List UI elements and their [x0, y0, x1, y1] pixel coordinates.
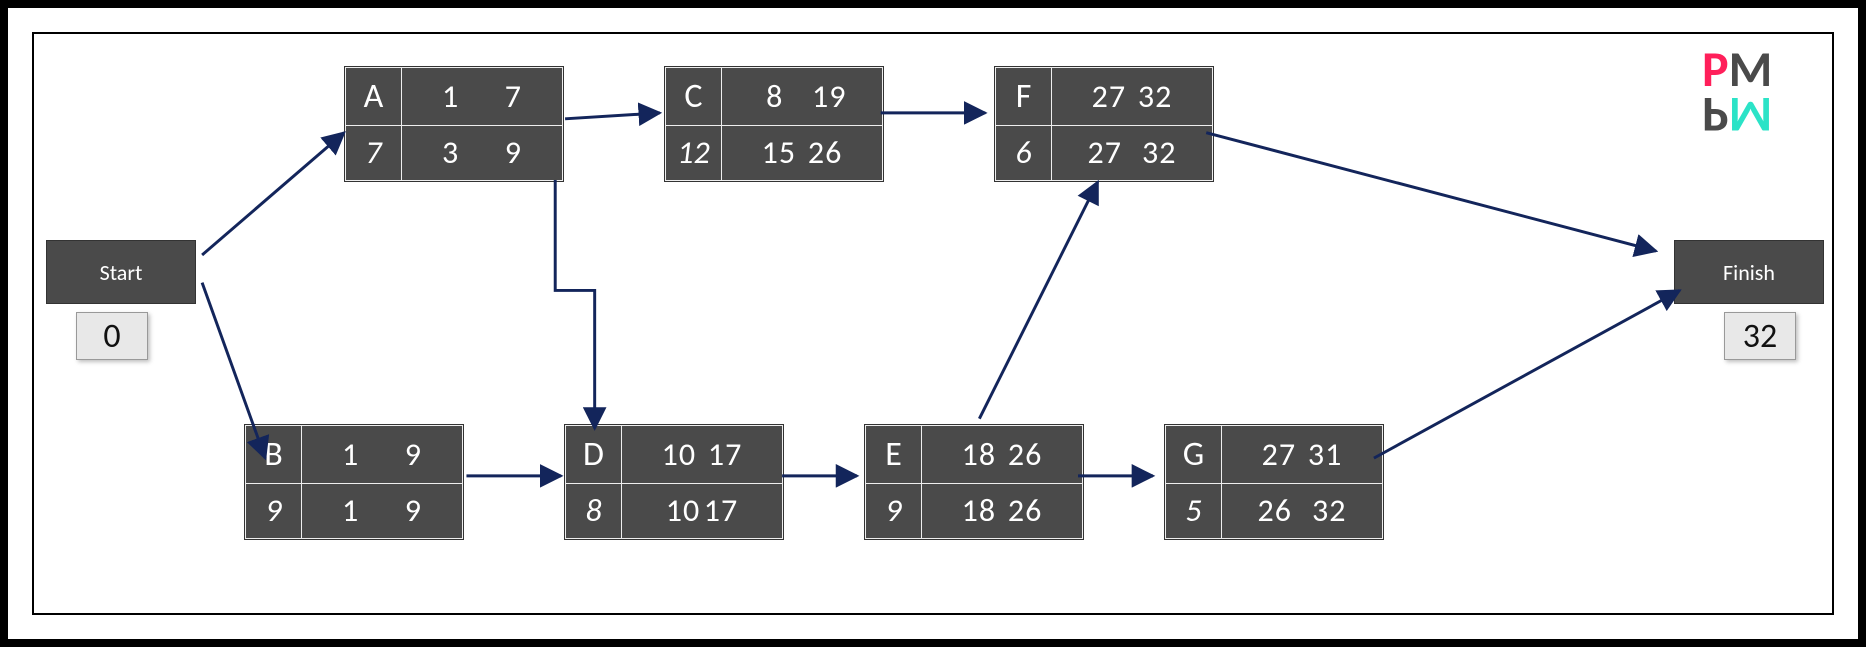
- node-A-duration: 7: [346, 125, 402, 180]
- node-D-ls-lf: 1017: [622, 483, 783, 538]
- edge-A-D: [555, 180, 594, 429]
- edge-E-F: [979, 182, 1097, 419]
- pm-logo: PM PM: [1702, 48, 1812, 136]
- activity-node-D: D 10 17 8 1017: [564, 424, 784, 540]
- node-D-es-ef: 10 17: [622, 426, 783, 484]
- node-F-ls-lf: 27 32: [1052, 125, 1213, 180]
- node-E-ls-lf: 18 26: [922, 483, 1083, 538]
- activity-node-E: E 18 26 9 18 26: [864, 424, 1084, 540]
- node-F-id: F: [996, 68, 1052, 126]
- node-E-duration: 9: [866, 483, 922, 538]
- node-F-duration: 6: [996, 125, 1052, 180]
- diagram-inner-frame: PM PM Start 0 Finish 32 A 1 7 7: [32, 32, 1834, 615]
- node-B-duration: 9: [246, 483, 302, 538]
- node-G-duration: 5: [1166, 483, 1222, 538]
- start-label: Start: [100, 259, 143, 286]
- node-B-ls-lf: 1 9: [302, 483, 463, 538]
- activity-node-B: B 1 9 9 1 9: [244, 424, 464, 540]
- node-C-es-ef: 8 19: [722, 68, 883, 126]
- diagram-outer-frame: PM PM Start 0 Finish 32 A 1 7 7: [0, 0, 1866, 647]
- edge-A-C: [565, 113, 660, 119]
- activity-node-A: A 1 7 7 3 9: [344, 66, 564, 182]
- finish-value: 32: [1724, 312, 1796, 360]
- logo-bottom: PM: [1702, 92, 1772, 136]
- finish-terminal: Finish: [1674, 240, 1824, 304]
- finish-label: Finish: [1723, 259, 1775, 286]
- node-G-es-ef: 27 31: [1222, 426, 1383, 484]
- node-D-duration: 8: [566, 483, 622, 538]
- activity-node-F: F 27 32 6 27 32: [994, 66, 1214, 182]
- node-B-es-ef: 1 9: [302, 426, 463, 484]
- edge-G-finish: [1374, 290, 1680, 458]
- node-A-id: A: [346, 68, 402, 126]
- edge-start-A: [202, 133, 344, 255]
- start-terminal: Start: [46, 240, 196, 304]
- node-C-ls-lf: 15 26: [722, 125, 883, 180]
- node-A-es-ef: 1 7: [402, 68, 563, 126]
- node-C-duration: 12: [666, 125, 722, 180]
- node-B-id: B: [246, 426, 302, 484]
- edge-F-finish: [1206, 133, 1656, 251]
- activity-node-C: C 8 19 12 15 26: [664, 66, 884, 182]
- node-E-id: E: [866, 426, 922, 484]
- node-A-ls-lf: 3 9: [402, 125, 563, 180]
- logo-bot-m: M: [1729, 84, 1773, 145]
- node-D-id: D: [566, 426, 622, 484]
- node-C-id: C: [666, 68, 722, 126]
- node-F-es-ef: 27 32: [1052, 68, 1213, 126]
- activity-node-G: G 27 31 5 26 32: [1164, 424, 1384, 540]
- node-G-id: G: [1166, 426, 1222, 484]
- node-E-es-ef: 18 26: [922, 426, 1083, 484]
- logo-bot-p: P: [1702, 84, 1729, 145]
- start-value: 0: [76, 312, 148, 360]
- node-G-ls-lf: 26 32: [1222, 483, 1383, 538]
